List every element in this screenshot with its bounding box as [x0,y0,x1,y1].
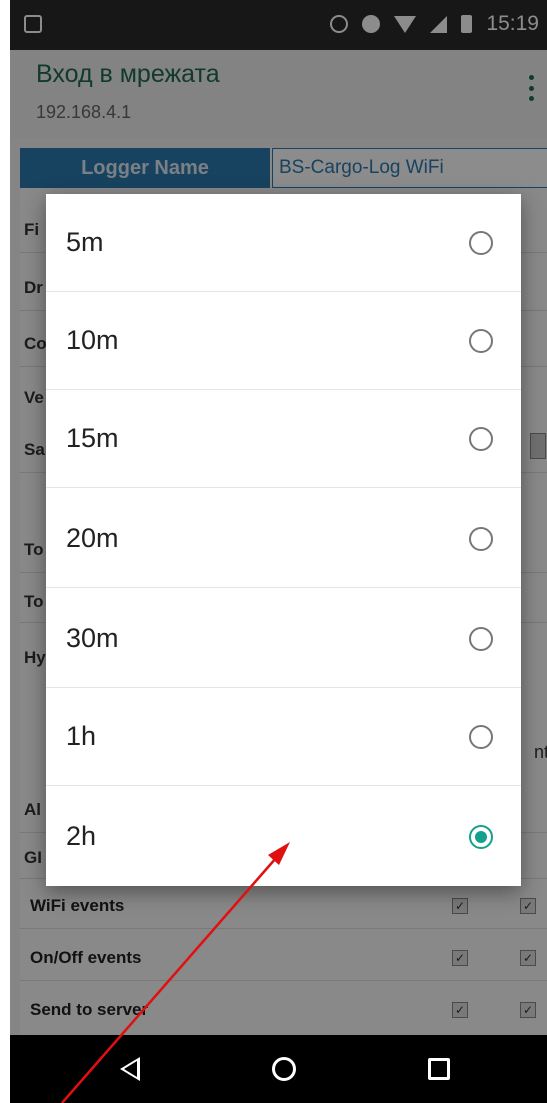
option-label: 30m [66,623,119,653]
recents-icon[interactable] [428,1058,450,1080]
option-10m[interactable]: 10m [46,292,521,390]
option-label: 5m [66,227,104,257]
option-5m[interactable]: 5m [46,194,521,292]
option-label: 20m [66,523,119,553]
radio-button[interactable] [469,329,493,353]
radio-button-selected[interactable] [469,825,493,849]
radio-button[interactable] [469,231,493,255]
back-icon[interactable] [120,1057,140,1081]
interval-dialog: 5m 10m 15m 20m 30m 1h 2h [46,194,521,886]
radio-button[interactable] [469,627,493,651]
radio-button[interactable] [469,527,493,551]
option-1h[interactable]: 1h [46,688,521,786]
option-label: 10m [66,325,119,355]
radio-button[interactable] [469,427,493,451]
option-label: 1h [66,721,97,751]
option-20m[interactable]: 20m [46,490,521,588]
home-icon[interactable] [272,1057,296,1081]
option-15m[interactable]: 15m [46,390,521,488]
device-screen: 15:19 Вход в мрежата 192.168.4.1 Logger … [10,0,547,1103]
option-label: 2h [66,821,97,851]
option-label: 15m [66,423,119,453]
radio-button[interactable] [469,725,493,749]
option-2h[interactable]: 2h [46,788,521,886]
option-30m[interactable]: 30m [46,590,521,688]
